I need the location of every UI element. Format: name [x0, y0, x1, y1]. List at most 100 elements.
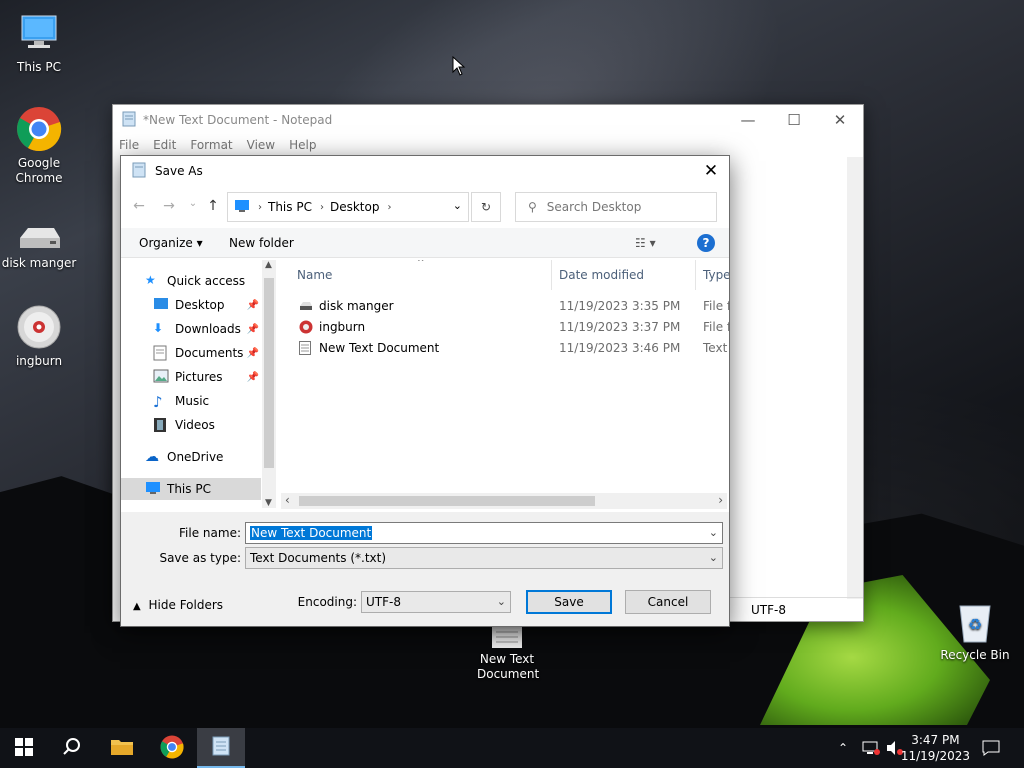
breadcrumb-this-pc[interactable]: This PC	[268, 200, 312, 214]
notepad-small-icon	[131, 162, 147, 181]
column-divider	[551, 260, 552, 290]
drive-icon	[299, 299, 313, 313]
network-icon[interactable]	[862, 728, 880, 768]
refresh-button[interactable]: ↻	[471, 192, 501, 222]
cancel-button[interactable]: Cancel	[625, 590, 711, 614]
chrome-icon	[160, 735, 184, 762]
nav-music[interactable]: ♪ Music	[153, 390, 277, 412]
file-list: Name ^ Date modified Type disk manger 11…	[279, 260, 729, 492]
breadcrumb-desktop[interactable]: Desktop	[330, 200, 380, 214]
menu-edit[interactable]: Edit	[153, 138, 176, 152]
star-icon: ★	[145, 273, 156, 287]
notepad-icon	[210, 735, 232, 760]
recycle-bin-icon: ♻	[952, 602, 998, 644]
encoding-select[interactable]: UTF-8 ⌄	[361, 591, 511, 613]
navigation-pane: ★ Quick access Desktop 📌 ⬇ Downloads 📌 D…	[121, 260, 277, 508]
save-button[interactable]: Save	[526, 590, 612, 614]
nav-this-pc[interactable]: This PC	[121, 478, 261, 500]
taskbar: ⌃ 3:47 PM 11/19/2023	[0, 728, 1024, 768]
chrome-taskbar-button[interactable]	[148, 728, 196, 768]
notepad-taskbar-button[interactable]	[197, 728, 245, 768]
nav-videos[interactable]: Videos	[153, 414, 277, 436]
save-as-type-label: Save as type:	[159, 551, 241, 565]
desktop-folder-icon	[153, 297, 169, 313]
nav-documents[interactable]: Documents 📌	[153, 342, 259, 364]
scroll-left-icon[interactable]: ‹	[285, 493, 290, 507]
close-button[interactable]: ✕	[817, 105, 863, 135]
chevron-right-icon: ›	[387, 201, 392, 213]
file-row-ingburn[interactable]: ingburn 11/19/2023 3:37 PM File fo	[279, 317, 729, 337]
system-clock[interactable]: 3:47 PM 11/19/2023	[901, 732, 970, 764]
mouse-cursor-icon	[452, 55, 466, 79]
back-arrow-icon[interactable]: ←	[129, 198, 149, 216]
svg-text:♻: ♻	[968, 615, 982, 634]
nav-pictures[interactable]: Pictures 📌	[153, 366, 259, 388]
desktop-icon-new-text-document[interactable]: New Text Document	[469, 626, 545, 682]
file-explorer-button[interactable]	[98, 728, 146, 768]
search-box[interactable]: ⚲ Search Desktop	[515, 192, 717, 222]
cloud-icon: ☁	[145, 449, 159, 465]
scrollbar-thumb[interactable]	[264, 278, 274, 468]
view-options-icon[interactable]: ☷ ▾	[635, 236, 656, 250]
chevron-down-icon: ⌄	[496, 595, 506, 608]
file-row-new-text-document[interactable]: New Text Document 11/19/2023 3:46 PM Tex…	[279, 338, 729, 358]
desktop-icon-disk-manger[interactable]: disk manger	[1, 224, 77, 271]
file-list-horizontal-scrollbar[interactable]: ‹ ›	[281, 493, 727, 509]
desktop-icon-chrome[interactable]: Google Chrome	[1, 106, 77, 186]
chevron-down-icon[interactable]: ⌄	[709, 526, 718, 539]
navigation-bar: ← → ⌄ ↑ › This PC › Desktop › ⌄ ↻ ⚲ Sear…	[121, 190, 729, 224]
dialog-titlebar[interactable]: Save As	[121, 156, 729, 186]
organize-button[interactable]: Organize ▾	[139, 236, 203, 250]
show-hidden-icons[interactable]: ⌃	[838, 728, 848, 768]
notepad-scrollbar[interactable]	[847, 157, 863, 599]
scroll-down-icon[interactable]: ▼	[265, 498, 272, 508]
address-dropdown-icon[interactable]: ⌄	[453, 199, 462, 212]
scrollbar-thumb[interactable]	[299, 496, 595, 506]
music-note-icon: ♪	[153, 393, 163, 411]
menu-format[interactable]: Format	[190, 138, 232, 152]
menu-view[interactable]: View	[247, 138, 275, 152]
save-as-type-select[interactable]: Text Documents (*.txt) ⌄	[245, 547, 723, 569]
desktop-icon-this-pc[interactable]: This PC	[1, 10, 77, 75]
dialog-title: Save As	[155, 164, 203, 178]
encoding-label: Encoding:	[297, 595, 357, 609]
menu-help[interactable]: Help	[289, 138, 316, 152]
dialog-close-button[interactable]: ✕	[693, 156, 729, 186]
nav-desktop[interactable]: Desktop 📌	[153, 294, 259, 316]
maximize-button[interactable]: ☐	[771, 105, 817, 135]
document-icon	[153, 345, 169, 361]
column-date-modified[interactable]: Date modified	[559, 268, 644, 282]
search-input[interactable]: Search Desktop	[547, 200, 642, 214]
disc-icon	[299, 320, 313, 334]
pin-icon: 📌	[246, 371, 259, 383]
help-icon[interactable]: ?	[697, 234, 715, 252]
up-arrow-icon[interactable]: ↑	[203, 198, 223, 216]
text-file-icon	[299, 341, 313, 355]
forward-arrow-icon[interactable]: →	[159, 198, 179, 216]
text-file-icon	[492, 626, 522, 648]
start-button[interactable]	[0, 728, 48, 768]
hide-folders-button[interactable]: ▲ Hide Folders	[133, 598, 223, 612]
column-type[interactable]: Type	[703, 268, 729, 282]
address-bar[interactable]: › This PC › Desktop › ⌄	[227, 192, 469, 222]
desktop-icon-recycle-bin[interactable]: ♻ Recycle Bin	[937, 602, 1013, 663]
new-folder-button[interactable]: New folder	[229, 236, 294, 250]
nav-downloads[interactable]: ⬇ Downloads 📌	[153, 318, 259, 340]
navigation-scrollbar[interactable]: ▲ ▼	[262, 260, 276, 508]
file-name-input[interactable]: New Text Document ⌄	[245, 522, 723, 544]
dialog-bottom-panel: File name: New Text Document ⌄ Save as t…	[121, 512, 729, 626]
nav-quick-access[interactable]: ★ Quick access	[145, 270, 277, 292]
notepad-encoding-status: UTF-8	[729, 597, 863, 621]
column-name[interactable]: Name	[297, 268, 332, 282]
search-button[interactable]	[48, 728, 96, 768]
desktop-icon-ingburn[interactable]: ingburn	[1, 304, 77, 369]
scroll-up-icon[interactable]: ▲	[265, 260, 272, 270]
file-row-disk-manger[interactable]: disk manger 11/19/2023 3:35 PM File fo	[279, 296, 729, 316]
notifications-icon[interactable]	[982, 728, 1000, 768]
nav-onedrive[interactable]: ☁ OneDrive	[145, 446, 277, 468]
menu-file[interactable]: File	[119, 138, 139, 152]
dialog-toolbar: Organize ▾ New folder ☷ ▾ ?	[121, 228, 729, 258]
recent-chevron-icon[interactable]: ⌄	[183, 198, 203, 216]
minimize-button[interactable]: —	[725, 105, 771, 135]
scroll-right-icon[interactable]: ›	[718, 493, 723, 507]
